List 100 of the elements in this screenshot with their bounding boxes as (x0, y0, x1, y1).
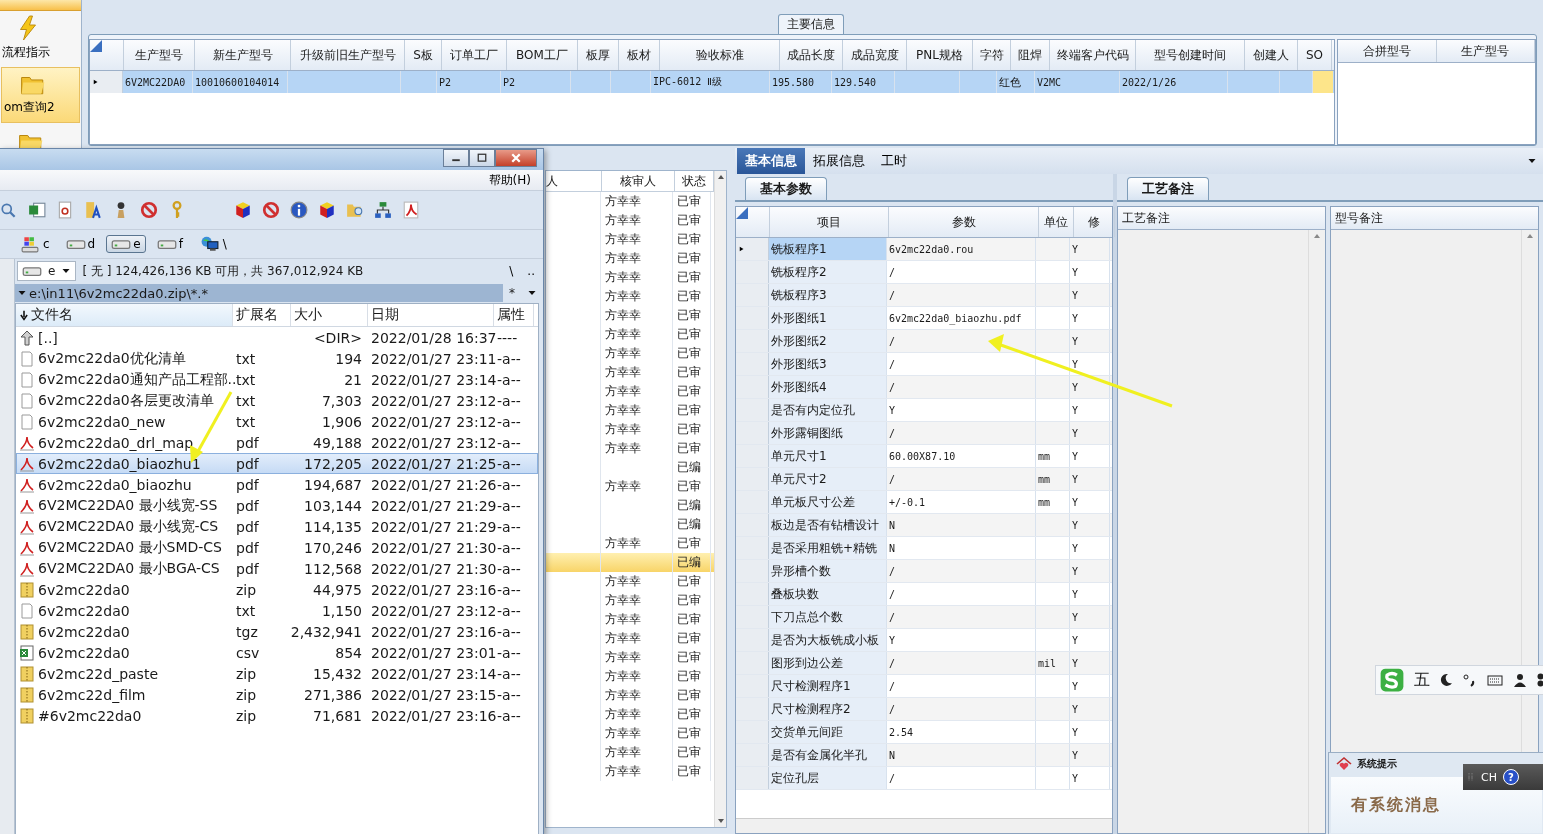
nav-button[interactable]: .. (523, 264, 539, 278)
file-row[interactable]: 6v2mc22da0_drl_map pdf 49,188 2022/01/27 23:12-a-- (16, 432, 538, 453)
list-row[interactable]: 方幸幸 已审 (546, 762, 714, 781)
column-header[interactable]: 成品长度 (780, 40, 843, 70)
table-row[interactable]: 尺寸检测程序1 / Y (736, 675, 1112, 698)
filter-button[interactable]: * (509, 286, 515, 300)
table-row[interactable]: 定位孔层 / Y (736, 767, 1112, 790)
column-header[interactable]: 终端客户代码 (1050, 40, 1136, 70)
list-row[interactable]: 方幸幸 已审 (546, 363, 714, 382)
column-header[interactable]: 验收标准 (660, 40, 780, 70)
column-header[interactable]: 订单工厂 (442, 40, 507, 70)
column-header[interactable]: 生产型号 (124, 40, 195, 70)
drive-button[interactable]: f (151, 235, 188, 253)
column-header[interactable]: BOM工厂 (507, 40, 578, 70)
list-row[interactable]: 方幸幸 已审 (546, 306, 714, 325)
file-row[interactable]: 6v2mc22da0 zip 44,975 2022/01/27 23:16-a-- (16, 579, 538, 600)
table-row[interactable]: 6V2MC22DA0 10010600104014 P2 P2 IPC-6012 Ⅱ级 195.580 129.540 红色 V2MC 2022/1/26 (90, 71, 1334, 93)
table-row[interactable]: 铣板程序3 / Y (736, 284, 1112, 307)
list-row[interactable]: 方幸幸 已审 (546, 268, 714, 287)
language-code[interactable]: CH (1481, 770, 1497, 784)
column-header[interactable]: 型号创建时间 (1136, 40, 1245, 70)
column-header[interactable]: 板厚 (578, 40, 619, 70)
column-header[interactable]: S板 (405, 40, 442, 70)
list-row[interactable]: 方幸幸 已审 (546, 230, 714, 249)
column-header[interactable]: 字符 (973, 40, 1011, 70)
column-header[interactable]: 参数 (889, 207, 1039, 237)
table-row[interactable]: 尺寸检测程序2 / Y (736, 698, 1112, 721)
cube-icon[interactable] (234, 201, 252, 219)
drive-button[interactable]: e (106, 235, 146, 253)
file-row[interactable]: 6v2mc22da0_new txt 1,906 2022/01/27 23:12-a-- (16, 411, 538, 432)
file-row[interactable]: 6v2mc22da0 csv 854 2022/01/27 23:01-a-- (16, 642, 538, 663)
file-row[interactable]: 6v2mc22da0优化清单 txt 194 2022/01/27 23:11-a-- (16, 348, 538, 369)
file-row[interactable]: 6v2mc22da0_biaozhu1 pdf 172,205 2022/01/27 21:25-a-- (16, 453, 538, 474)
file-row[interactable]: 6v2mc22da0_biaozhu pdf 194,687 2022/01/27 21:26-a-- (16, 474, 538, 495)
table-row[interactable]: 外形图纸2 / Y (736, 330, 1112, 353)
list-row[interactable]: 已编 (546, 515, 714, 534)
column-header[interactable]: 创建人 (1245, 40, 1298, 70)
table-row[interactable]: 单元尺寸1 60.00X87.10 mm Y (736, 445, 1112, 468)
file-row[interactable]: 6V2MC22DA0 最小SMD-CS pdf 170,246 2022/01/27 21:30-a-- (16, 537, 538, 558)
list-row[interactable]: 方幸幸 已审 (546, 572, 714, 591)
cube-icon[interactable] (318, 201, 336, 219)
list-row[interactable]: 方幸幸 已审 (546, 344, 714, 363)
list-row[interactable]: 已编 (546, 553, 714, 572)
file-row[interactable]: 6v2mc22d_paste zip 15,432 2022/01/27 23:14-a-- (16, 663, 538, 684)
list-row[interactable]: 方幸幸 已审 (546, 192, 714, 211)
drive-button[interactable]: d (60, 235, 101, 253)
column-header[interactable]: 人 (546, 171, 602, 191)
scrollbar[interactable] (714, 171, 726, 827)
table-row[interactable]: 铣板程序2 / Y (736, 261, 1112, 284)
file-row[interactable]: 6v2mc22da0 txt 1,150 2022/01/27 23:12-a-- (16, 600, 538, 621)
file-row[interactable]: 6v2mc22da0通知产品工程部..txt 21 2022/01/27 23:14-a-- (16, 369, 538, 390)
pdf-icon[interactable] (402, 201, 420, 219)
table-row[interactable]: 外形露铜图纸 / Y (736, 422, 1112, 445)
column-header[interactable]: 日期 (368, 304, 494, 326)
list-row[interactable]: 方幸幸 已审 (546, 686, 714, 705)
table-row[interactable]: 外形图纸3 / Y (736, 353, 1112, 376)
path-bar[interactable]: e:\in11\6v2mc22da0.zip\*.* (15, 284, 503, 302)
column-header[interactable]: 项目 (770, 207, 889, 237)
input-mode[interactable]: 五 (1414, 669, 1430, 691)
table-row[interactable]: 外形图纸1 6v2mc22da0_biaozhu.pdf Y (736, 307, 1112, 330)
table-row[interactable]: 铣板程序1 6v2mc22da0.rou Y (736, 238, 1112, 261)
tab[interactable]: 拓展信息 (805, 148, 873, 174)
list-row[interactable]: 方幸幸 已审 (546, 629, 714, 648)
list-row[interactable]: 方幸幸 已审 (546, 287, 714, 306)
popup-message[interactable]: 有系统消息 (1351, 794, 1441, 816)
list-row[interactable]: 方幸幸 已审 (546, 439, 714, 458)
list-row[interactable]: 方幸幸 已审 (546, 477, 714, 496)
list-row[interactable]: 方幸幸 已审 (546, 401, 714, 420)
file-row[interactable]: 6V2MC22DA0 最小线宽-CS pdf 114,135 2022/01/27 21:29-a-- (16, 516, 538, 537)
file-row[interactable]: #6v2mc22da0 zip 71,681 2022/01/27 23:16-a-- (16, 705, 538, 726)
list-row[interactable]: 已编 (546, 458, 714, 477)
subtab[interactable]: 工艺备注 (1127, 177, 1209, 200)
file-row[interactable]: 6V2MC22DA0 最小BGA-CS pdf 112,568 2022/01/27 21:30-a-- (16, 558, 538, 579)
column-header[interactable]: 生产型号 (1436, 40, 1535, 62)
tab[interactable]: 工时 (873, 148, 915, 174)
column-header[interactable]: 升级前旧生产型号 (291, 40, 405, 70)
list-row[interactable]: 方幸幸 已审 (546, 211, 714, 230)
list-row[interactable]: 方幸幸 已审 (546, 610, 714, 629)
table-row[interactable]: 交货单元间距 2.54 Y (736, 721, 1112, 744)
column-header[interactable]: 文件名 (16, 304, 233, 326)
scrollbar[interactable] (736, 818, 1112, 833)
help-button[interactable]: ? (1502, 769, 1519, 785)
list-row[interactable]: 方幸幸 已审 (546, 705, 714, 724)
table-row[interactable]: 单元尺寸2 / mm Y (736, 468, 1112, 491)
table-row[interactable]: 图形到边公差 / mil Y (736, 652, 1112, 675)
drive-button[interactable]: c (14, 233, 55, 255)
tab[interactable]: 基本信息 (737, 148, 805, 174)
list-row[interactable]: 已编 (546, 496, 714, 515)
column-header[interactable]: 单位 (1039, 207, 1074, 237)
column-header[interactable]: 修 (1074, 207, 1115, 237)
file-row[interactable]: 6v2mc22d_film zip 271,386 2022/01/27 23:15-a-- (16, 684, 538, 705)
sidebar-item[interactable]: 流程指示 (0, 11, 81, 67)
column-header[interactable]: 板材 (619, 40, 660, 70)
sidebar-item[interactable]: om查询2 (1, 67, 80, 123)
table-row[interactable]: 叠板块数 / Y (736, 583, 1112, 606)
column-header[interactable]: 新生产型号 (195, 40, 291, 70)
prohibited-icon[interactable] (140, 201, 158, 219)
list-row[interactable]: 方幸幸 已审 (546, 420, 714, 439)
list-row[interactable]: 方幸幸 已审 (546, 648, 714, 667)
minimize-button[interactable] (443, 149, 469, 167)
